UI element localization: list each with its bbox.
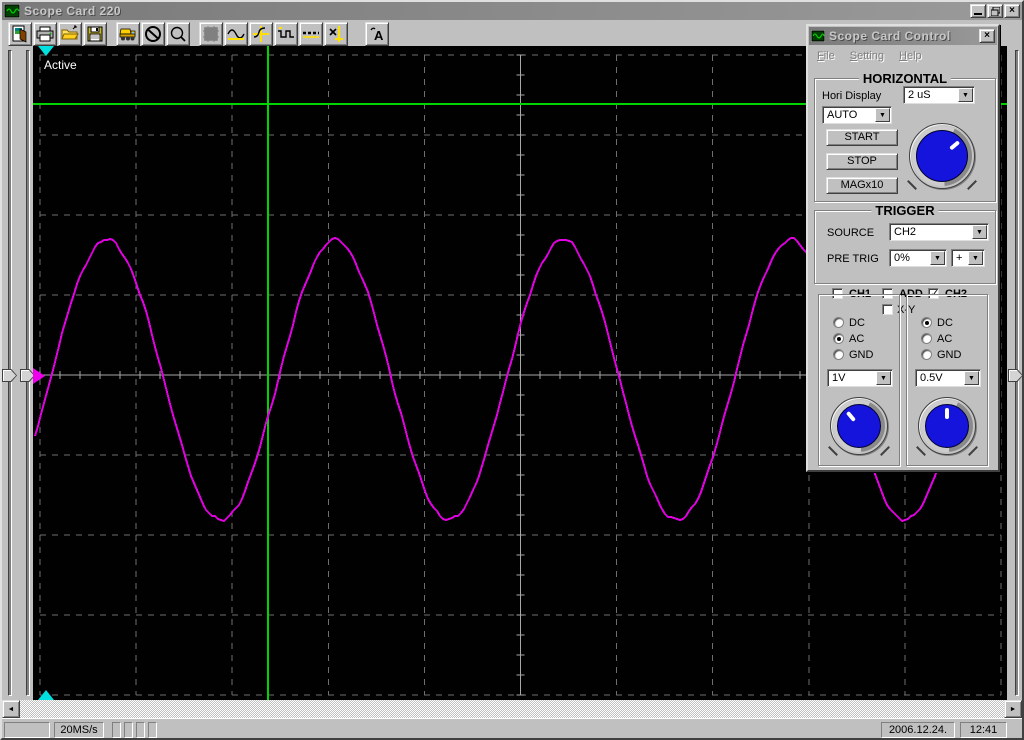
trigger-marker-top-icon[interactable]: [38, 46, 54, 56]
app-icon: [4, 4, 20, 18]
menu-setting[interactable]: Setting: [850, 50, 884, 62]
ch1-dc-label: DC: [849, 317, 865, 329]
exit-icon[interactable]: [8, 21, 32, 46]
date-value: 2006.12.24.: [881, 722, 955, 738]
horizontal-group-title: HORIZONTAL: [858, 71, 952, 86]
open-folder-icon[interactable]: [58, 21, 82, 46]
scroll-left-icon[interactable]: ◄: [2, 700, 20, 718]
horizontal-group: HORIZONTAL Hori Display 2 uS ▼ AUTO ▼ STAR…: [814, 71, 996, 202]
trigger-source-label: SOURCE: [827, 227, 875, 239]
ch2-gnd-radio[interactable]: [921, 349, 932, 360]
sine-wave-icon[interactable]: [224, 21, 248, 46]
scope-card-control-window: Scope Card Control × File Setting Help H…: [806, 24, 1000, 472]
zoom-icon[interactable]: [166, 21, 190, 46]
vertical-position-gutter-left: [0, 46, 35, 700]
print-icon[interactable]: [33, 21, 57, 46]
stop-button[interactable]: STOP: [826, 153, 898, 170]
sample-rate-value: 20MS/s: [54, 722, 104, 738]
slider-thumb-3[interactable]: [1008, 369, 1023, 382]
status-segment: [148, 722, 157, 738]
ch1-dc-radio[interactable]: [833, 317, 844, 328]
ch1-gnd-label: GND: [849, 349, 874, 361]
hori-display-label: Hori Display: [822, 90, 882, 102]
slider-thumb-1[interactable]: [2, 369, 17, 382]
active-status-label: Active: [44, 58, 77, 72]
trigger-marker-bottom-icon[interactable]: [38, 690, 54, 700]
scroll-right-icon[interactable]: ►: [1004, 700, 1022, 718]
text-label-icon[interactable]: A: [365, 21, 389, 46]
window-title: Scope Card 220: [24, 4, 122, 18]
close-button[interactable]: ×: [1004, 4, 1020, 18]
menu-help[interactable]: Help: [899, 50, 922, 62]
control-window-title: Scope Card Control: [829, 29, 951, 43]
ch2-dc-radio[interactable]: [921, 317, 932, 328]
grid-icon: [199, 21, 223, 46]
chevron-down-icon: ▼: [964, 371, 979, 385]
ch2-dc-label: DC: [937, 317, 953, 329]
cancel-icon[interactable]: [141, 21, 165, 46]
dump-truck-icon[interactable]: [116, 21, 140, 46]
horizontal-knob[interactable]: [907, 123, 977, 190]
hori-mode-select[interactable]: AUTO ▼: [822, 106, 892, 124]
ch1-ac-label: AC: [849, 333, 865, 345]
trigger-group: TRIGGER SOURCE CH2 ▼ PRE TRIG 0% ▼ + ▼: [814, 203, 996, 284]
status-panel-empty: [4, 722, 50, 738]
chevron-down-icon: ▼: [958, 88, 973, 102]
ch1-range-select[interactable]: 1V ▼: [827, 369, 893, 387]
status-segment: [136, 722, 145, 738]
chevron-down-icon: ▼: [876, 371, 891, 385]
xy-cursor-icon[interactable]: [324, 21, 348, 46]
ch1-position-knob[interactable]: [828, 397, 890, 456]
trigger-group-title: TRIGGER: [871, 203, 939, 218]
pretrig-label: PRE TRIG: [827, 253, 879, 265]
control-window-icon: [811, 30, 825, 42]
restore-button[interactable]: [987, 4, 1003, 18]
save-icon[interactable]: [83, 21, 107, 46]
ch2-level-marker-icon[interactable]: [33, 368, 45, 384]
time-value: 12:41: [960, 722, 1007, 738]
ch1-ac-radio[interactable]: [833, 333, 844, 344]
chevron-down-icon: ▼: [930, 251, 945, 265]
main-titlebar: Scope Card 220 ×: [2, 2, 1022, 20]
trigger-slope-select[interactable]: + ▼: [951, 249, 985, 267]
ch2-gnd-label: GND: [937, 349, 962, 361]
status-bar: 20MS/s 2006.12.24. 12:41: [2, 718, 1022, 738]
ch2-range-select[interactable]: 0.5V ▼: [915, 369, 981, 387]
horizontal-scrollbar[interactable]: ◄ ►: [2, 700, 1022, 718]
pretrig-select[interactable]: 0% ▼: [889, 249, 947, 267]
chevron-down-icon: ▼: [875, 108, 890, 122]
ch1-gnd-radio[interactable]: [833, 349, 844, 360]
chevron-down-icon: ▼: [972, 225, 987, 239]
dotted-line-icon[interactable]: [299, 21, 323, 46]
svg-text:A: A: [374, 28, 384, 43]
app-window: Scope Card 220 × A Active ◄ ► 20MS/s 200…: [0, 0, 1024, 740]
timebase-select[interactable]: 2 uS ▼: [903, 86, 975, 104]
ch2-position-knob[interactable]: [916, 397, 978, 456]
status-segment: [124, 722, 133, 738]
vertical-position-gutter-right: [1007, 46, 1024, 700]
control-menubar: File Setting Help: [810, 47, 996, 65]
ch2-group: DC AC GND 0.5V ▼: [906, 294, 988, 466]
chevron-down-icon: ▼: [968, 251, 983, 265]
minimize-button[interactable]: [970, 4, 986, 18]
control-titlebar: Scope Card Control ×: [809, 27, 997, 45]
status-segment: [112, 722, 121, 738]
control-close-button[interactable]: ×: [979, 29, 995, 43]
mag-x10-button[interactable]: MAGx10: [826, 177, 898, 194]
trigger-cross-icon[interactable]: [249, 21, 273, 46]
menu-file[interactable]: File: [817, 50, 835, 62]
ch1-group: DC AC GND 1V ▼: [818, 294, 900, 466]
ch2-ac-radio[interactable]: [921, 333, 932, 344]
start-button[interactable]: START: [826, 129, 898, 146]
pulse-wave-icon[interactable]: [274, 21, 298, 46]
trigger-source-select[interactable]: CH2 ▼: [889, 223, 989, 241]
ch2-ac-label: AC: [937, 333, 953, 345]
